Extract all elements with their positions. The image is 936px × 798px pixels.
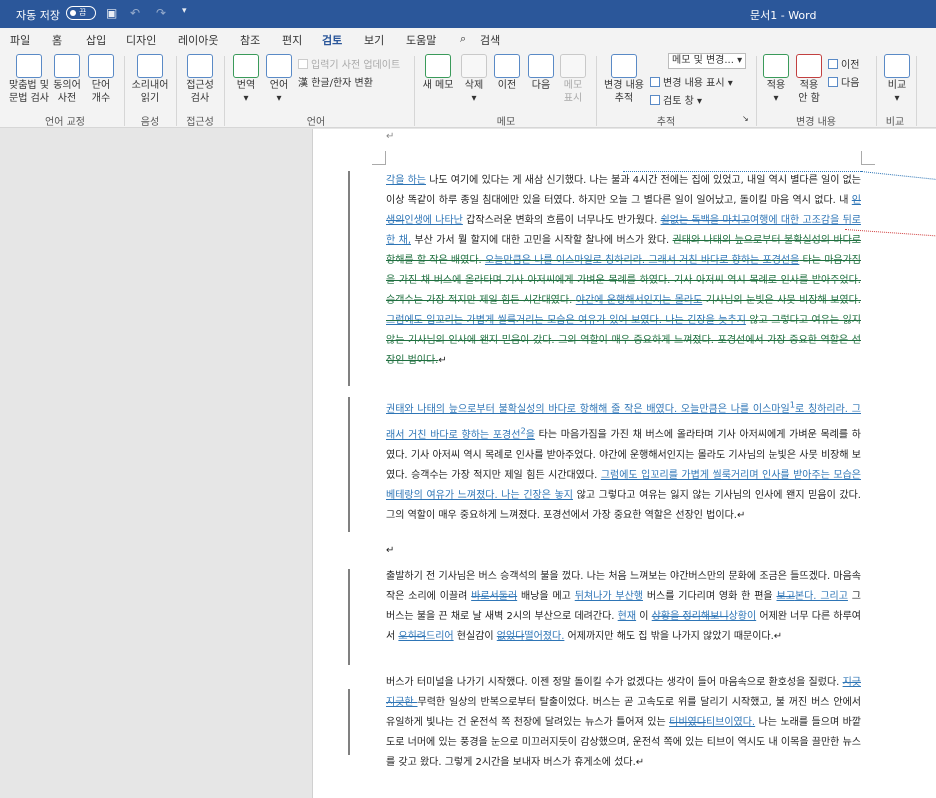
show-comments-button[interactable]: 메모 표시 [558,54,588,105]
word-count-button[interactable]: 단어 개수 [86,54,116,105]
divider [176,56,177,126]
ribbon: 맞춤법 및 문법 검사 동의어 사전 단어 개수 소리내어 읽기 접근성 검사 … [0,50,936,128]
document-title: 문서1 - Word [750,9,817,22]
divider [124,56,125,126]
update-input-dictionary-button[interactable]: 입력기 사전 업데이트 [298,56,400,71]
language-icon [266,54,292,78]
delete-comment-icon [461,54,487,78]
new-comment-icon [425,54,451,78]
tab-mailings[interactable]: 편지 [282,32,302,48]
next-change-icon [828,77,838,87]
tab-references[interactable]: 참조 [240,32,260,48]
tab-design[interactable]: 디자인 [126,32,156,48]
comment-connector-line [860,171,936,181]
change-bar [348,171,350,386]
accept-icon [763,54,789,78]
group-label-accessibility: 접근성 [186,117,214,128]
divider [916,56,917,126]
reviewing-pane-icon [650,95,660,105]
left-margin-area [0,129,312,798]
crop-mark-left [372,151,386,165]
reviewing-pane-button[interactable]: 검토 창 ▾ [650,92,702,107]
translate-icon [233,54,259,78]
previous-change-icon [828,59,838,69]
thesaurus-button[interactable]: 동의어 사전 [52,54,82,105]
markup-icon [650,77,660,87]
paragraph-4[interactable]: 버스가 터미널을 나가기 시작했다. 이젠 정말 돌이킬 수가 없겠다는 생각이… [386,673,861,773]
search-icon[interactable]: ⌕ [460,32,466,46]
divider [756,56,757,126]
track-changes-icon [611,54,637,78]
word-count-icon [88,54,114,78]
tab-insert[interactable]: 삽입 [86,32,106,48]
dictionary-icon [298,59,308,69]
divider [414,56,415,126]
autosave-toggle[interactable]: 끔 [66,6,96,20]
tab-file[interactable]: 파일 [10,32,30,48]
previous-comment-button[interactable]: 이전 [492,54,522,92]
divider [224,56,225,126]
group-label-proofing: 언어 교정 [45,117,85,128]
redo-icon[interactable]: ↷ [156,6,166,20]
new-comment-button[interactable]: 새 메모 [420,54,456,92]
previous-change-button[interactable]: 이전 [828,56,859,71]
tab-search[interactable]: 검색 [480,32,500,48]
next-change-button[interactable]: 다음 [828,74,859,89]
previous-comment-icon [494,54,520,78]
group-label-tracking: 추적 [656,117,676,128]
check-accessibility-button[interactable]: 접근성 검사 [182,54,218,105]
change-bar [348,689,350,755]
title-bar: 자동 저장 끔 ▣ ↶ ↷ ▾ 문서1 - Word [0,0,936,28]
language-button[interactable]: 언어 ▾ [264,54,294,105]
spelling-grammar-button[interactable]: 맞춤법 및 문법 검사 [6,54,52,105]
show-markup-button[interactable]: 변경 내용 표시 ▾ [650,74,733,89]
compare-icon [884,54,910,78]
tab-help[interactable]: 도움말 [406,32,436,48]
tracking-options-launcher-icon[interactable]: ↘ [742,114,749,123]
paragraph-1[interactable]: 각을 하는 나도 여기에 있다는 게 새삼 신기했다. 나는 불과 4시간 전에… [386,171,861,371]
next-comment-button[interactable]: 다음 [526,54,556,92]
ribbon-tabs: 파일 홈 삽입 디자인 레이아웃 참조 편지 검토 보기 도움말 ⌕ 검색 [0,28,936,52]
next-comment-icon [528,54,554,78]
accessibility-icon [187,54,213,78]
compare-button[interactable]: 비교 ▾ [882,54,912,105]
change-bar [348,569,350,665]
delete-comment-button[interactable]: 삭제 ▾ [458,54,490,105]
tab-view[interactable]: 보기 [364,32,384,48]
hanja-icon: 漢 [298,78,312,89]
paragraph-3[interactable]: 출발하기 전 기사님은 버스 승객석의 불을 껐다. 나는 처음 느껴보는 야간… [386,567,861,647]
tab-home[interactable]: 홈 [52,32,62,48]
book-icon [54,54,80,78]
crop-mark-right [861,151,875,165]
autosave-label: 자동 저장 [16,9,60,22]
read-aloud-button[interactable]: 소리내어 읽기 [130,54,170,105]
track-changes-button[interactable]: 변경 내용 추적 [602,54,646,105]
reject-icon [796,54,822,78]
hangul-hanja-convert-button[interactable]: 漢 한글/한자 변환 [298,74,373,89]
customize-toolbar-icon[interactable]: ▾ [182,6,187,16]
paragraph-empty[interactable]: ↵ [386,541,861,561]
translate-button[interactable]: 번역 ▾ [230,54,262,105]
reject-button[interactable]: 적용 안 함 [792,54,826,105]
group-label-comments: 메모 [496,117,516,128]
group-label-language: 언어 [306,117,326,128]
paragraph-2[interactable]: 권태와 나태의 늪으로부터 불확실성의 바다로 항해해 줄 작은 배였다. 오늘… [386,395,861,526]
speaker-icon [137,54,163,78]
divider [596,56,597,126]
spellcheck-icon [16,54,42,78]
undo-icon[interactable]: ↶ [130,6,140,20]
group-label-changes: 변경 내용 [796,117,836,128]
markup-view-dropdown[interactable]: 메모 및 변경... ▾ [668,53,746,69]
group-label-compare: 비교 [885,117,905,128]
tab-layout[interactable]: 레이아웃 [178,32,218,48]
group-label-speech: 음성 [140,117,160,128]
document-page[interactable]: ↵ 각을 하는 나도 여기에 있다는 게 새삼 신기했다. 나는 불과 4시간 … [312,129,936,798]
divider [876,56,877,126]
paragraph-mark: ↵ [386,131,395,142]
change-bar [348,397,350,532]
show-comments-icon [560,54,586,78]
tab-review[interactable]: 검토 [322,32,343,52]
save-icon[interactable]: ▣ [106,6,117,20]
accept-button[interactable]: 적용 ▾ [762,54,790,105]
